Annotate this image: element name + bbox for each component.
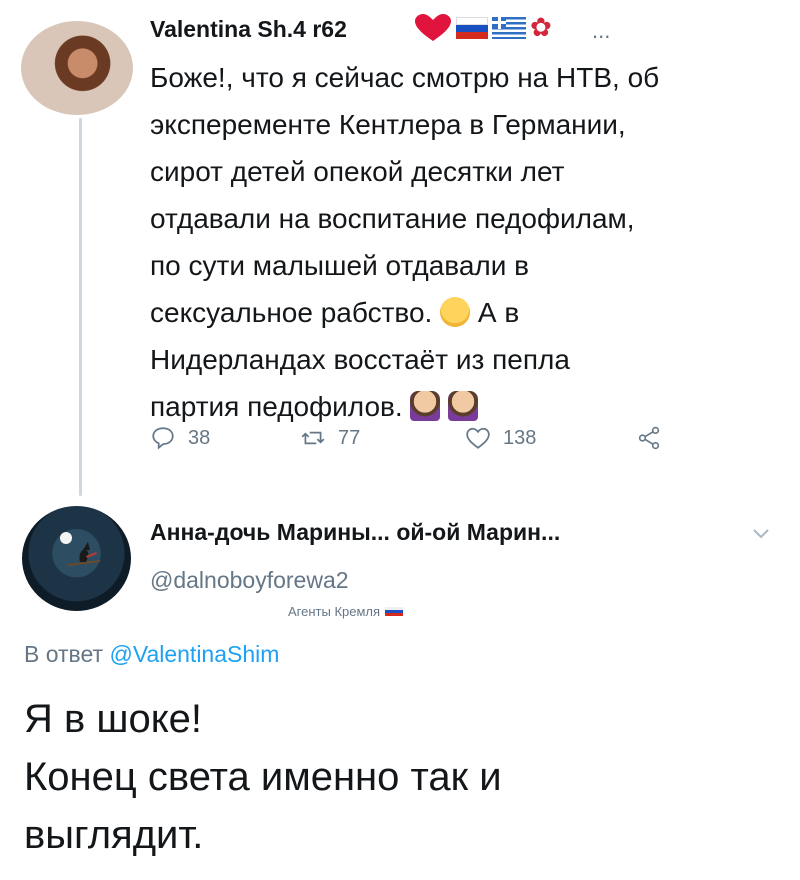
tweet-line: по сути малышей отдавали в: [150, 250, 530, 281]
tweet-actions: 38 77 138: [150, 425, 690, 465]
reply-author-handle[interactable]: @dalnoboyforewa2: [150, 567, 349, 594]
more-symbol: ...: [592, 18, 611, 43]
reply-icon: [152, 427, 174, 450]
russia-flag: [456, 16, 488, 39]
share-button[interactable]: [636, 425, 662, 451]
share-icon: [638, 426, 660, 450]
facepalm-emoji: [410, 391, 441, 421]
reply-line: выглядит.: [24, 813, 204, 857]
tweet-line: эксперементе Кентлера в Германии,: [150, 109, 626, 140]
chevron-down-icon[interactable]: [752, 527, 770, 541]
tweet-line: Боже!, что я сейчас смотрю на НТВ, об: [150, 62, 660, 93]
rose-emoji: ✿: [530, 12, 552, 42]
reply-line: Конец света именно так и: [24, 755, 502, 799]
like-icon: [466, 427, 490, 449]
reply-count: 38: [188, 426, 211, 449]
tweet-line-group: партия педофилов.: [150, 383, 770, 430]
heart-emoji: [415, 13, 451, 41]
tweet-line: Нидерландах восстаёт из пепла: [150, 344, 570, 375]
reply-author-name[interactable]: Анна-дочь Марины... ой-ой Марин...: [150, 519, 560, 546]
author-avatar[interactable]: [21, 21, 133, 115]
tweet-line: отдавали на воспитание педофилам,: [150, 203, 635, 234]
tweet-line-group: сексуальное рабство. А в: [150, 289, 770, 336]
tweet-line: сирот детей опекой десятки лет: [150, 156, 565, 187]
reply-text: Я в шоке! Конец света именно так и выгля…: [24, 690, 784, 864]
author-badge: Агенты Кремля: [288, 604, 404, 619]
tweet-line: А в: [477, 297, 520, 328]
reply-button[interactable]: 38: [150, 425, 210, 451]
reply-to-link[interactable]: @ValentinaShim: [109, 641, 279, 667]
retweet-count: 77: [338, 426, 361, 449]
crying-face-emoji: [440, 297, 471, 327]
tweet-line: сексуальное рабство.: [150, 297, 433, 328]
retweet-icon: [301, 431, 325, 445]
like-count: 138: [503, 426, 537, 449]
greece-flag: [492, 16, 526, 39]
facepalm-emoji: [448, 391, 479, 421]
thread-line: [79, 118, 82, 496]
author-name[interactable]: Valentina Sh.4 r62: [150, 16, 347, 43]
retweet-button[interactable]: 77: [300, 425, 360, 451]
tweet-text: Боже!, что я сейчас смотрю на НТВ, об эк…: [150, 54, 770, 430]
russia-flag: [385, 606, 404, 617]
name-emojis: ✿: [414, 12, 552, 43]
witch-graphic: [68, 542, 100, 566]
tweet-line: партия педофилов.: [150, 391, 403, 422]
reply-line: Я в шоке!: [24, 697, 203, 741]
badge-label: Агенты Кремля: [288, 604, 381, 619]
like-button[interactable]: 138: [465, 425, 536, 451]
reply-prefix: В ответ: [24, 641, 110, 667]
reply-to-line: В ответ @ValentinaShim: [24, 641, 279, 668]
reply-author-avatar[interactable]: [22, 506, 131, 611]
